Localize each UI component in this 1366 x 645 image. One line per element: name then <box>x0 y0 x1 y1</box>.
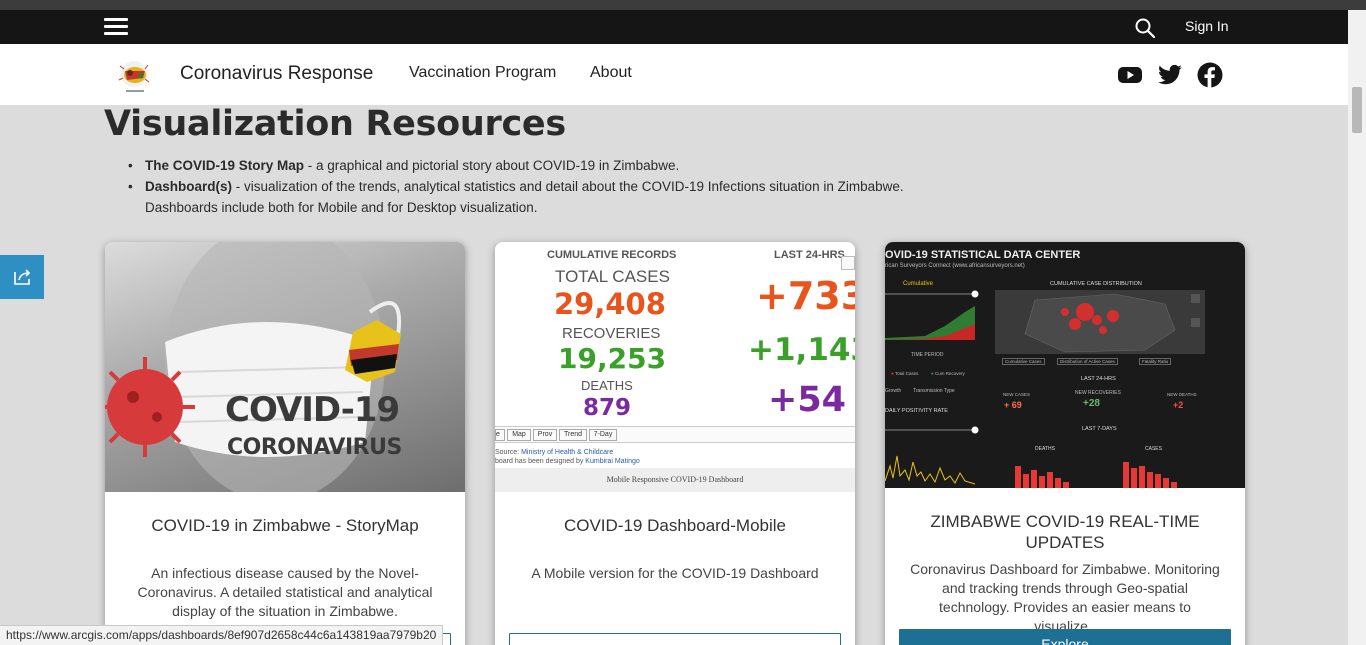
list-item: Dashboard(s) - visualization of the tren… <box>128 176 1028 218</box>
deaths-label: DEATHS <box>581 378 633 393</box>
card-storymap[interactable]: COVID-19 CORONAVIRUS COVID-19 in Zimbabw… <box>105 242 465 645</box>
deaths-chart-label: DEATHS <box>1035 446 1055 452</box>
expand-icon[interactable] <box>841 256 855 270</box>
mobile-dashboard-image[interactable]: CUMULATIVE RECORDS LAST 24-HRS TOTAL CAS… <box>495 242 855 492</box>
new-cases-value: +733 <box>756 274 855 318</box>
total-cases-value: 29,408 <box>554 287 666 321</box>
site-title[interactable]: Coronavirus Response <box>180 63 373 85</box>
menu-icon[interactable] <box>104 16 128 38</box>
card-title[interactable]: COVID-19 in Zimbabwe - StoryMap <box>121 515 449 536</box>
dashboard-title: OVID-19 STATISTICAL DATA CENTER <box>885 249 1081 261</box>
weekly-bars <box>1015 462 1177 488</box>
new-deaths-value: +54 <box>768 380 847 420</box>
card-title[interactable]: ZIMBABWE COVID-19 REAL-TIME UPDATES <box>901 511 1229 553</box>
zimbabwe-map[interactable] <box>995 290 1205 354</box>
top-bar: Sign In <box>0 10 1348 44</box>
share-button[interactable] <box>0 255 44 299</box>
page-scrollbar[interactable] <box>1348 10 1366 645</box>
dashboard-tab[interactable]: 7-Day <box>589 429 617 441</box>
card-dashboard-mobile[interactable]: CUMULATIVE RECORDS LAST 24-HRS TOTAL CAS… <box>495 242 855 645</box>
youtube-icon[interactable] <box>1117 62 1143 88</box>
new-recoveries-value: +1,143 <box>748 332 855 368</box>
list-item-bold: Dashboard(s) <box>145 179 233 194</box>
new-recoveries-value: +28 <box>1083 398 1100 409</box>
new-cases-label: NEW CASES <box>1003 392 1031 397</box>
covid-storymap-image[interactable]: COVID-19 CORONAVIRUS <box>105 242 465 492</box>
dashboard-subtitle: rican Surveyors Connect (www.africansurv… <box>885 263 1025 269</box>
page-title: Visualization Resources <box>104 104 566 144</box>
last-7days-label: LAST 7-DAYS <box>1082 426 1117 432</box>
card-description: Coronavirus Dashboard for Zimbabwe. Moni… <box>910 561 1220 634</box>
new-deaths-label: NEW DEATHS <box>1167 392 1197 397</box>
last-24hrs-label: LAST 24-HRS <box>1081 376 1116 382</box>
positivity-chart <box>885 426 979 485</box>
sign-in-link[interactable]: Sign In <box>1185 18 1229 34</box>
card-button[interactable] <box>509 633 841 645</box>
facebook-icon[interactable] <box>1197 62 1223 88</box>
dashboard-tab[interactable]: e <box>495 429 505 441</box>
list-item-text: Dashboards include both for Mobile and f… <box>145 200 538 215</box>
new-cases-value: + 69 <box>1004 400 1022 410</box>
total-cases-label: TOTAL CASES <box>555 267 670 286</box>
designer-text: board has been designed by Kumbirai Mati… <box>495 458 640 465</box>
list-item-text: - a graphical and pictorial story about … <box>304 158 680 173</box>
new-recoveries-label: NEW RECOVERIES <box>1075 390 1121 396</box>
map-tab-distribution[interactable]: Distribution of Active Cases <box>1057 358 1118 365</box>
desktop-dashboard-image[interactable]: OVID-19 STATISTICAL DATA CENTER rican Su… <box>885 242 1245 488</box>
dashboard-tab-strip: e Map Prov Trend 7-Day <box>495 426 855 443</box>
time-period-label: TIME PERIOD <box>911 352 944 358</box>
status-bar-url: https://www.arcgis.com/apps/dashboards/8… <box>0 625 444 645</box>
new-deaths-value: +2 <box>1173 400 1184 410</box>
card-realtime-updates[interactable]: OVID-19 STATISTICAL DATA CENTER rican Su… <box>885 242 1245 645</box>
cumulative-records-label: CUMULATIVE RECORDS <box>547 249 677 261</box>
site-navbar: Coronavirus Response Vaccination Program… <box>0 44 1348 105</box>
recoveries-value: 19,253 <box>558 342 667 375</box>
share-icon <box>14 269 31 285</box>
site-logo[interactable] <box>110 54 160 96</box>
list-item-bold: The COVID-19 Story Map <box>145 158 305 173</box>
recoveries-label: RECOVERIES <box>562 325 661 342</box>
mini-tab-growth[interactable]: Growth <box>885 388 901 394</box>
dashboard-tab[interactable]: Map <box>507 429 531 441</box>
last-24hrs-label: LAST 24-HRS <box>774 249 845 261</box>
cumulative-chart <box>885 290 979 340</box>
distribution-label: CUMULATIVE CASE DISTRIBUTION <box>1050 281 1142 287</box>
map-tab-cumulative[interactable]: Cumulative Cases <box>1002 358 1045 365</box>
legend-cum-recovery: ● Cum Recovery <box>931 371 965 376</box>
nav-link-about[interactable]: About <box>590 64 632 82</box>
image-caption: Mobile Responsive COVID-19 Dashboard <box>495 468 855 492</box>
card-description: An infectious disease caused by the Nove… <box>137 565 433 619</box>
explore-button[interactable]: Explore <box>899 629 1231 645</box>
map-tab-fatality[interactable]: Fatality Ratio <box>1139 358 1172 365</box>
card-title[interactable]: COVID-19 Dashboard-Mobile <box>511 515 839 536</box>
deaths-value: 879 <box>583 395 632 421</box>
positivity-label: DAILY POSITIVITY RATE <box>885 408 948 414</box>
dashboard-tab[interactable]: Trend <box>559 429 587 441</box>
search-icon[interactable] <box>1134 17 1156 39</box>
card-description: A Mobile version for the COVID-19 Dashbo… <box>531 565 819 581</box>
cumulative-label: Cumulative <box>903 281 934 287</box>
nav-link-vaccination-program[interactable]: Vaccination Program <box>409 64 556 82</box>
browser-top-strip <box>0 0 1366 10</box>
twitter-icon[interactable] <box>1157 62 1183 88</box>
scrollbar-thumb[interactable] <box>1352 87 1362 133</box>
source-text: Source: Ministry of Health & Childcare <box>495 449 614 456</box>
list-item: The COVID-19 Story Map - a graphical and… <box>128 155 1028 176</box>
mini-tab-transmission[interactable]: Transmission Type <box>913 388 955 394</box>
image-caption-covid: COVID-19 <box>225 390 400 430</box>
resource-list: The COVID-19 Story Map - a graphical and… <box>128 155 1028 218</box>
list-item-text: - visualization of the trends, analytica… <box>232 179 904 194</box>
cases-chart-label: CASES <box>1145 446 1162 452</box>
legend-total-cases: ● Total Cases <box>891 371 919 376</box>
image-caption-coronavirus: CORONAVIRUS <box>227 435 402 460</box>
dashboard-tab[interactable]: Prov <box>533 429 557 441</box>
